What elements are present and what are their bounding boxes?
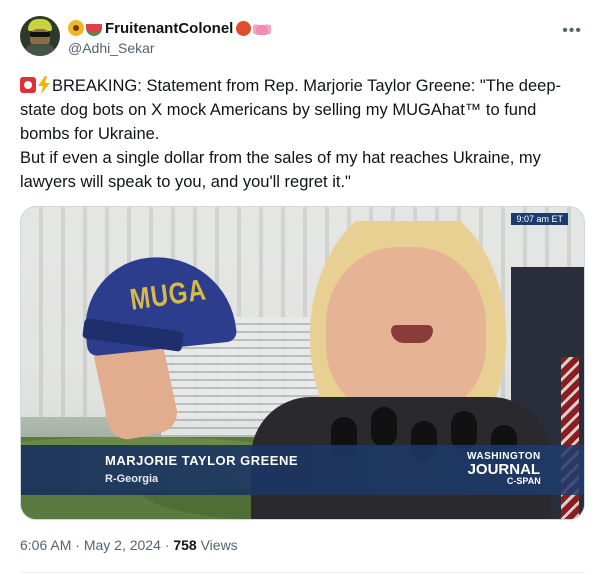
lower-third-subtitle: R-Georgia — [105, 473, 159, 485]
brand-line-2: JOURNAL — [467, 461, 541, 478]
lower-third-name: MARJORIE TAYLOR GREENE — [105, 453, 299, 468]
name-row[interactable]: FruitenantColonel — [68, 18, 272, 38]
views-count[interactable]: 758 — [173, 537, 196, 553]
tweet-line-1-text: BREAKING: Statement from Rep. Marjorie T… — [20, 77, 562, 143]
tweet-text: BREAKING: Statement from Rep. Marjorie T… — [20, 74, 585, 194]
tweet-line-1: BREAKING: Statement from Rep. Marjorie T… — [20, 74, 585, 146]
network-logo: WASHINGTON JOURNAL C-SPAN — [467, 452, 541, 486]
brand-line-3: C-SPAN — [506, 476, 541, 486]
views-label: Views — [200, 537, 238, 553]
siren-icon — [20, 77, 36, 93]
lightning-icon — [38, 76, 50, 94]
broadcast-timestamp: 9:07 am ET — [511, 213, 568, 225]
lotus-icon — [253, 21, 272, 35]
tweet-image[interactable]: MUGA 9:07 am ET MARJORIE TAYLOR GREENE R… — [20, 206, 585, 520]
tweet-time[interactable]: 6:06 AM — [20, 537, 71, 553]
red-circle-icon — [236, 20, 252, 36]
avatar[interactable] — [20, 16, 60, 56]
meta-separator: · — [75, 537, 80, 553]
watermelon-icon — [86, 24, 102, 36]
tweet-date[interactable]: May 2, 2024 — [84, 537, 161, 553]
display-name[interactable]: FruitenantColonel — [105, 20, 233, 37]
user-handle[interactable]: @Adhi_Sekar — [68, 40, 155, 56]
sunflower-icon — [68, 20, 84, 36]
tweet-card: FruitenantColonel @Adhi_Sekar ••• BREAKI… — [0, 0, 602, 575]
ellipsis-icon[interactable]: ••• — [562, 22, 582, 40]
tweet-line-2: But if even a single dollar from the sal… — [20, 149, 541, 191]
divider — [20, 572, 585, 573]
striped-tie — [561, 357, 579, 519]
speaker-mouth — [391, 325, 433, 343]
meta-separator: · — [164, 537, 170, 553]
tweet-meta: 6:06 AM · May 2, 2024 · 758 Views — [20, 537, 238, 553]
